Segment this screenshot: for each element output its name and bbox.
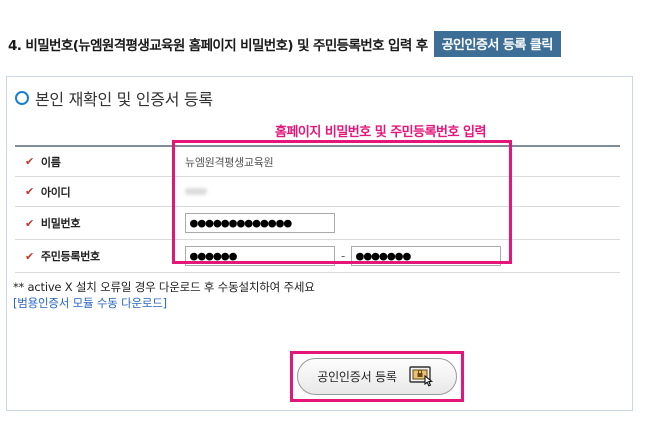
id-value-blurred [185, 177, 207, 206]
step-title-text: 4. 비밀번호(뉴엠원격평생교육원 홈페이지 비밀번호) 및 주민등록번호 입력… [8, 38, 428, 54]
cert-registration-panel: 본인 재확인 및 인증서 등록 홈페이지 비밀번호 및 주민등록번호 입력 ✔ … [6, 76, 633, 411]
manual-download-link[interactable]: [범용인증서 모듈 수동 다운로드] [13, 295, 315, 311]
name-label: 이름 [40, 155, 61, 169]
verification-form: ✔ 이름 뉴엠원격평생교육원 ✔ 아이디 ✔ 비밀번호 ●●●●●●●●●●●●… [15, 145, 620, 273]
check-icon: ✔ [25, 216, 34, 230]
highlight-label: 홈페이지 비밀번호 및 주민등록번호 입력 [275, 125, 486, 140]
ssn-value-wrap: ●●●●●● - ●●●●●●● [185, 240, 502, 272]
blurred-id [185, 188, 207, 195]
ssn-separator: - [341, 249, 346, 263]
password-label-wrap: ✔ 비밀번호 [25, 207, 81, 239]
check-icon: ✔ [25, 185, 34, 198]
install-notice: ** active X 설치 오류일 경우 다운로드 후 수동설치하여 주세요 … [13, 279, 315, 311]
cert-button-highlight: 공인인증서 등록 [290, 351, 464, 402]
id-label: 아이디 [40, 185, 71, 199]
form-row-password: ✔ 비밀번호 ●●●●●●●●●●●●● [15, 207, 620, 240]
check-icon: ✔ [25, 249, 34, 263]
password-label: 비밀번호 [40, 217, 81, 230]
ssn-back-input[interactable]: ●●●●●●● [351, 246, 502, 266]
register-cert-label: 공인인증서 등록 [317, 370, 397, 384]
certificate-click-icon [409, 365, 433, 387]
ssn-front-input[interactable]: ●●●●●● [185, 246, 335, 266]
circle-bullet-icon [15, 91, 29, 105]
ssn-label: 주민등록번호 [40, 250, 100, 263]
form-row-id: ✔ 아이디 [15, 177, 620, 207]
name-value: 뉴엠원격평생교육원 [185, 155, 274, 169]
name-label-wrap: ✔ 이름 [25, 147, 61, 176]
password-value-wrap: ●●●●●●●●●●●●● [185, 207, 335, 239]
step-title: 4. 비밀번호(뉴엠원격평생교육원 홈페이지 비밀번호) 및 주민등록번호 입력… [8, 31, 561, 57]
id-label-wrap: ✔ 아이디 [25, 177, 71, 206]
panel-heading: 본인 재확인 및 인증서 등록 [15, 86, 213, 110]
check-icon: ✔ [25, 155, 34, 168]
password-input[interactable]: ●●●●●●●●●●●●● [185, 213, 335, 233]
notice-text: ** active X 설치 오류일 경우 다운로드 후 수동설치하여 주세요 [13, 280, 315, 294]
ssn-label-wrap: ✔ 주민등록번호 [25, 240, 100, 272]
panel-heading-text: 본인 재확인 및 인증서 등록 [35, 90, 213, 109]
form-row-ssn: ✔ 주민등록번호 ●●●●●● - ●●●●●●● [15, 240, 620, 273]
form-row-name: ✔ 이름 뉴엠원격평생교육원 [15, 147, 620, 177]
step-badge: 공인인증서 등록 클릭 [433, 31, 561, 57]
register-cert-button[interactable]: 공인인증서 등록 [297, 358, 457, 395]
